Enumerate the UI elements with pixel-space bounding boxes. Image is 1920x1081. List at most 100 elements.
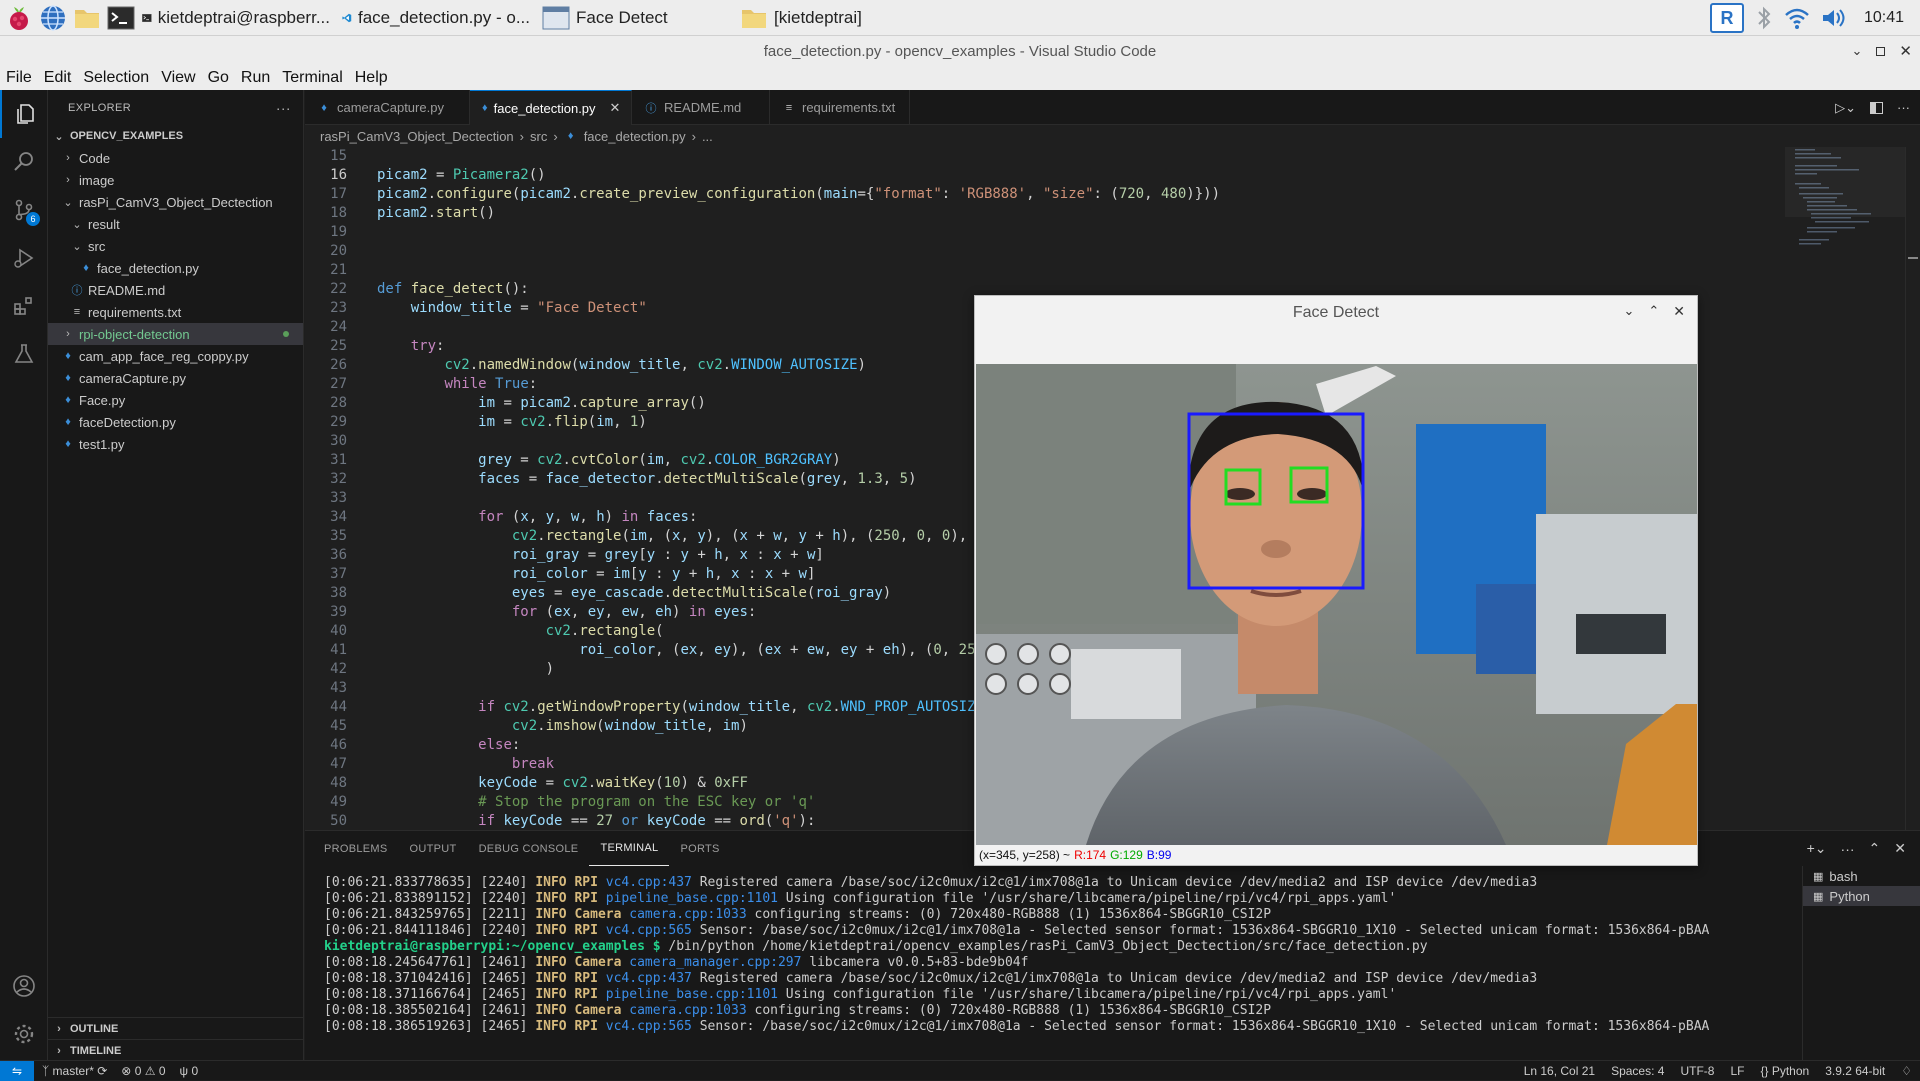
outline-section[interactable]: › OUTLINE [48,1017,304,1039]
minimap[interactable] [1785,147,1905,830]
tree-item[interactable]: ♦ face_detection.py [48,257,303,279]
problems-status[interactable]: ⊗ 0 ⚠ 0 [121,1064,165,1078]
remote-indicator[interactable]: ⇋ [0,1060,34,1081]
indentation[interactable]: Spaces: 4 [1611,1064,1664,1078]
maximize-panel-icon[interactable]: ⌃ [1869,840,1881,857]
minimize-icon[interactable]: ⌄ [1852,43,1863,59]
more-actions-icon[interactable]: ··· [1897,100,1910,115]
menu-terminal[interactable]: Terminal [276,69,348,87]
tree-item[interactable]: ♦ Face.py [48,389,303,411]
tab-ports[interactable]: PORTS [669,831,730,866]
breadcrumb-item[interactable]: ... [702,129,713,144]
tab-cameraCapture[interactable]: ♦ cameraCapture.py [305,90,470,125]
task-file-manager[interactable]: [kietdeptrai] [734,2,934,34]
new-terminal-icon[interactable]: +⌄ [1807,840,1827,857]
terminal-item-bash[interactable]: ▦ bash [1803,866,1920,886]
tab-debug-console[interactable]: DEBUG CONSOLE [468,831,590,866]
menu-view[interactable]: View [155,69,201,87]
face-detect-window[interactable]: Face Detect ⌄ ⌃ ✕ (x=345, y=258) ~ R:174… [974,295,1698,866]
maximize-icon[interactable] [1876,46,1886,56]
python-interpreter[interactable]: 3.9.2 64-bit [1825,1064,1885,1078]
tree-item[interactable]: ≡ requirements.txt [48,301,303,323]
search-view-button[interactable] [0,138,48,186]
volume-icon[interactable] [1820,6,1848,30]
tab-problems[interactable]: PROBLEMS [313,831,399,866]
tree-item[interactable]: ⓘ README.md [48,279,303,301]
run-debug-view-button[interactable] [0,234,48,282]
close-icon[interactable]: ✕ [1673,303,1685,320]
tree-item[interactable]: › image [48,169,303,191]
tree-item[interactable]: ♦ cam_app_face_reg_coppy.py [48,345,303,367]
terminal-output[interactable]: [0:06:21.833778635] [2240] INFO RPI vc4.… [305,875,1785,1061]
terminal-item-python[interactable]: ▦ Python [1803,886,1920,906]
more-actions-icon[interactable]: ··· [276,100,291,116]
code-line[interactable]: 20 [305,242,1785,261]
breadcrumb-item[interactable]: rasPi_CamV3_Object_Dectection [320,129,514,144]
raspberry-menu-icon[interactable] [4,3,34,33]
source-control-view-button[interactable]: 6 [0,186,48,234]
run-file-icon[interactable]: ▷⌄ [1835,100,1856,116]
split-editor-icon[interactable] [1870,101,1883,114]
close-tab-icon[interactable]: ✕ [610,100,621,116]
task-vscode[interactable]: face_detection.py - o... [336,2,536,34]
tree-item[interactable]: ♦ test1.py [48,433,303,455]
more-actions-icon[interactable]: ··· [1841,841,1855,857]
tab-requirements[interactable]: ≡ requirements.txt [770,90,910,125]
maximize-icon[interactable]: ⌃ [1648,303,1659,320]
close-panel-icon[interactable]: ✕ [1894,840,1906,857]
code-line[interactable]: 18 picam2.start() [305,204,1785,223]
extensions-view-button[interactable] [0,282,48,330]
face-detect-titlebar[interactable]: Face Detect ⌄ ⌃ ✕ [975,296,1697,364]
menu-file[interactable]: File [0,69,38,87]
file-manager-icon[interactable] [72,3,102,33]
explorer-view-button[interactable] [0,90,48,138]
manage-button[interactable] [0,1010,48,1058]
bluetooth-icon[interactable] [1754,5,1774,31]
language-mode[interactable]: {} Python [1760,1064,1809,1078]
menu-go[interactable]: Go [202,69,235,87]
tree-item[interactable]: ⌄ rasPi_CamV3_Object_Dectection [48,191,303,213]
minimize-icon[interactable]: ⌄ [1623,303,1634,320]
menu-run[interactable]: Run [235,69,276,87]
task-terminal[interactable]: kietdeptrai@raspberr... [136,2,336,34]
ports-status[interactable]: ψ 0 [180,1064,199,1078]
breadcrumb-item[interactable]: face_detection.py [584,129,686,144]
clock[interactable]: 10:41 [1864,9,1904,27]
tree-item[interactable]: ⌄ result [48,213,303,235]
menu-selection[interactable]: Selection [77,69,155,87]
menu-help[interactable]: Help [349,69,394,87]
tab-output[interactable]: OUTPUT [399,831,468,866]
code-line[interactable]: 15 [305,147,1785,166]
close-icon[interactable]: ✕ [1899,42,1912,60]
code-line[interactable]: 19 [305,223,1785,242]
accounts-button[interactable] [0,962,48,1010]
tree-item[interactable]: › Code [48,147,303,169]
menu-edit[interactable]: Edit [38,69,78,87]
branch-status[interactable]: ᛉ master* ⟳ [42,1064,107,1078]
code-line[interactable]: 17 picam2.configure(picam2.create_preview… [305,185,1785,204]
encoding[interactable]: UTF-8 [1680,1064,1714,1078]
code-line[interactable]: 21 [305,261,1785,280]
line-ending[interactable]: LF [1730,1064,1744,1078]
tree-item[interactable]: ♦ cameraCapture.py [48,367,303,389]
workspace-root[interactable]: ⌄ OPENCV_EXAMPLES [48,125,303,147]
tree-item[interactable]: › rpi-object-detection [48,323,303,345]
camera-frame[interactable] [976,364,1697,845]
task-face-detect[interactable]: Face Detect [536,2,734,34]
cursor-position[interactable]: Ln 16, Col 21 [1524,1064,1595,1078]
timeline-section[interactable]: › TIMELINE [48,1039,304,1061]
vnc-icon[interactable]: R [1709,3,1744,33]
tree-item[interactable]: ♦ faceDetection.py [48,411,303,433]
wifi-icon[interactable] [1784,6,1810,30]
terminal-launcher-icon[interactable] [106,3,136,33]
notifications-icon[interactable]: ♢ [1901,1064,1912,1078]
tree-item[interactable]: ⌄ src [48,235,303,257]
tab-face-detection[interactable]: ♦ face_detection.py ✕ [470,90,632,125]
window-titlebar[interactable]: face_detection.py - opencv_examples - Vi… [0,36,1920,66]
tab-readme[interactable]: ⓘ README.md [632,90,770,125]
editor-scrollbar[interactable] [1905,147,1920,830]
tab-terminal[interactable]: TERMINAL [589,831,670,866]
breadcrumb-item[interactable]: src [530,129,547,144]
testing-view-button[interactable] [0,330,48,378]
web-browser-icon[interactable] [38,3,68,33]
